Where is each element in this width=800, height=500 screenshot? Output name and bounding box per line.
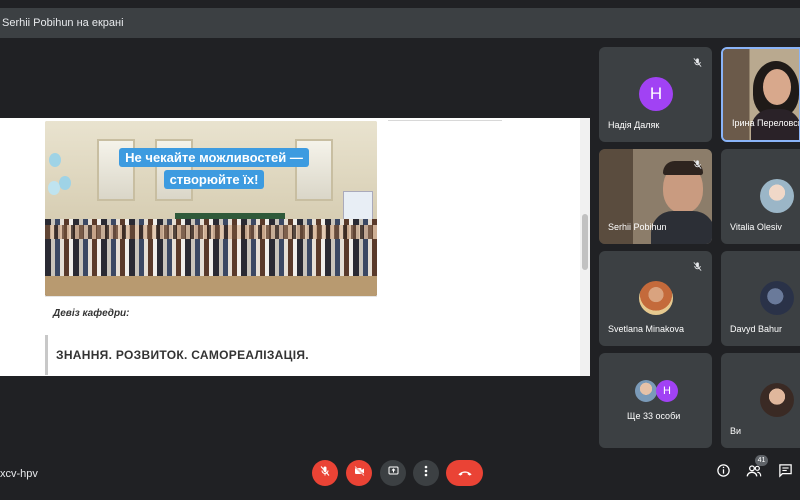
banner-line-1: Не чекайте можливостей — xyxy=(119,148,309,167)
camera-toggle-button[interactable] xyxy=(346,460,372,486)
people-icon xyxy=(746,464,762,483)
scrollbar-thumb[interactable] xyxy=(582,214,588,270)
presenting-bar: Serhii Pobihun на екрані xyxy=(0,8,800,38)
mic-off-icon xyxy=(690,55,704,69)
avatar xyxy=(760,383,794,417)
participant-tile[interactable]: Ірина Переловськ xyxy=(721,47,800,142)
mic-off-icon xyxy=(319,464,331,482)
more-options-icon xyxy=(424,464,428,482)
participant-name: Ви xyxy=(730,426,742,436)
leave-call-button[interactable] xyxy=(446,460,483,486)
mic-off-icon xyxy=(690,157,704,171)
self-tile[interactable]: Ви xyxy=(721,353,800,448)
more-options-button[interactable] xyxy=(413,460,439,486)
participant-tile[interactable]: Н Надія Даляк xyxy=(599,47,712,142)
present-icon xyxy=(387,464,400,482)
photo-banner: Не чекайте можливостей — створюйте їх! xyxy=(108,148,320,189)
motto-quote: ЗНАННЯ. РОЗВИТОК. САМОРЕАЛІЗАЦІЯ. xyxy=(45,335,580,375)
people-button[interactable] xyxy=(744,463,764,483)
avatar xyxy=(639,281,673,315)
camera-off-icon xyxy=(353,464,366,482)
present-button[interactable] xyxy=(380,460,406,486)
people-count-badge: 41 xyxy=(755,455,768,466)
screen-top-strip xyxy=(388,118,502,121)
info-icon xyxy=(716,463,731,483)
meeting-code: xcv-hpv xyxy=(0,468,38,480)
participant-name: Serhii Pobihun xyxy=(608,222,667,232)
avatar xyxy=(760,179,794,213)
chat-icon xyxy=(778,463,793,483)
banner-line-2: створюйте їх! xyxy=(163,170,265,189)
more-participants-tile[interactable]: Н Ще 33 особи xyxy=(599,353,712,448)
avatar xyxy=(635,380,657,402)
participant-tile[interactable]: Vitalia Olesiv xyxy=(721,149,800,244)
participant-tile[interactable]: Davyd Bahur xyxy=(721,251,800,346)
participant-name: Svetlana Minakova xyxy=(608,324,685,334)
motto-text: ЗНАННЯ. РОЗВИТОК. САМОРЕАЛІЗАЦІЯ. xyxy=(56,348,309,362)
participant-name: Надія Даляк xyxy=(608,120,660,130)
participant-tile[interactable]: Serhii Pobihun xyxy=(599,149,712,244)
meeting-info-button[interactable] xyxy=(713,463,733,483)
divider xyxy=(45,296,377,297)
chat-button[interactable] xyxy=(775,463,795,483)
more-participants-label: Ще 33 особи xyxy=(627,411,681,421)
motto-label: Девіз кафедри: xyxy=(53,308,130,319)
participant-name: Vitalia Olesiv xyxy=(730,222,782,232)
avatar: Н xyxy=(656,380,678,402)
control-bar: xcv-hpv xyxy=(0,455,800,493)
mic-toggle-button[interactable] xyxy=(312,460,338,486)
participant-name: Ірина Переловськ xyxy=(732,118,800,128)
participant-name: Davyd Bahur xyxy=(730,324,783,334)
mic-off-icon xyxy=(690,259,704,273)
avatar xyxy=(760,281,794,315)
mic-off-icon xyxy=(777,57,791,71)
hang-up-icon xyxy=(457,464,473,482)
presenting-label: Serhii Pobihun на екрані xyxy=(2,17,124,29)
group-photo: Не чекайте можливостей — створюйте їх! xyxy=(45,121,377,296)
avatar: Н xyxy=(639,77,673,111)
shared-screen[interactable]: Не чекайте можливостей — створюйте їх! Д… xyxy=(0,118,590,376)
participant-tile[interactable]: Svetlana Minakova xyxy=(599,251,712,346)
